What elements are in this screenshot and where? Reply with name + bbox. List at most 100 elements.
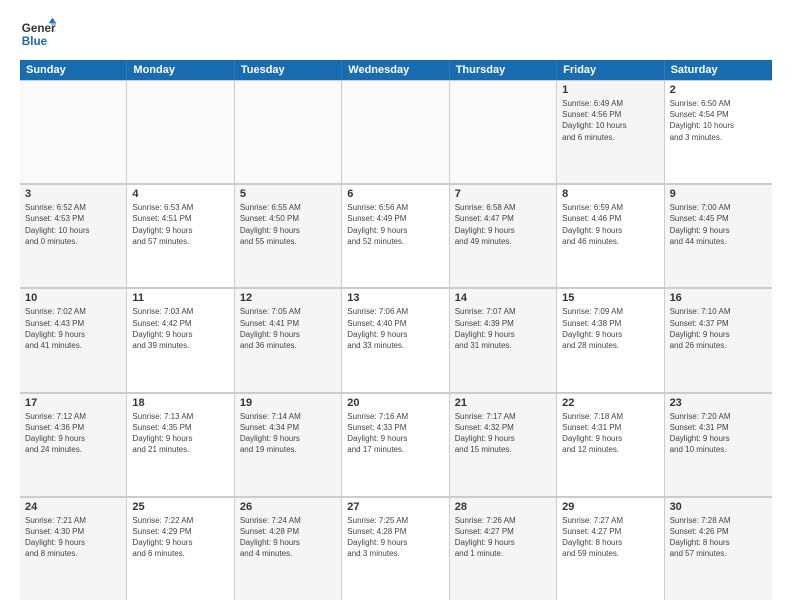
- day-number: 27: [347, 501, 443, 513]
- calendar-week: 17 Sunrise: 7:12 AMSunset: 4:36 PMDayligh…: [20, 393, 772, 497]
- day-number: 29: [562, 501, 658, 513]
- calendar-cell: 15 Sunrise: 7:09 AMSunset: 4:38 PMDayligh…: [557, 288, 664, 391]
- calendar-cell: 24Sunrise: 7:21 AMSunset: 4:30 PMDayligh…: [20, 497, 127, 600]
- day-number: 14: [455, 292, 551, 304]
- calendar-header-cell: Friday: [557, 60, 664, 80]
- calendar-cell: 23 Sunrise: 7:20 AMSunset: 4:31 PMDayligh…: [665, 393, 772, 496]
- day-number: 21: [455, 397, 551, 409]
- day-number: 25: [132, 501, 228, 513]
- calendar-week: 10 Sunrise: 7:02 AMSunset: 4:43 PMDayligh…: [20, 288, 772, 392]
- calendar-cell: [235, 80, 342, 183]
- day-number: 20: [347, 397, 443, 409]
- day-number: 12: [240, 292, 336, 304]
- day-info: Sunrise: 6:59 AMSunset: 4:46 PMDaylight:…: [562, 202, 658, 247]
- day-info: Sunrise: 7:03 AMSunset: 4:42 PMDaylight:…: [132, 306, 228, 351]
- calendar-cell: 16Sunrise: 7:10 AMSunset: 4:37 PMDayligh…: [665, 288, 772, 391]
- calendar-header: SundayMondayTuesdayWednesdayThursdayFrid…: [20, 60, 772, 80]
- calendar-week: 3 Sunrise: 6:52 AMSunset: 4:53 PMDaylight…: [20, 184, 772, 288]
- day-info: Sunrise: 7:26 AMSunset: 4:27 PMDaylight:…: [455, 515, 551, 560]
- calendar-cell: 9 Sunrise: 7:00 AMSunset: 4:45 PMDaylight…: [665, 184, 772, 287]
- day-info: Sunrise: 7:16 AMSunset: 4:33 PMDaylight:…: [347, 411, 443, 456]
- day-number: 1: [562, 84, 658, 96]
- day-info: Sunrise: 7:07 AMSunset: 4:39 PMDaylight:…: [455, 306, 551, 351]
- calendar-cell: 17 Sunrise: 7:12 AMSunset: 4:36 PMDayligh…: [20, 393, 127, 496]
- day-info: Sunrise: 7:27 AMSunset: 4:27 PMDaylight:…: [562, 515, 658, 560]
- day-number: 8: [562, 188, 658, 200]
- day-number: 28: [455, 501, 551, 513]
- day-number: 26: [240, 501, 336, 513]
- calendar-cell: 10 Sunrise: 7:02 AMSunset: 4:43 PMDayligh…: [20, 288, 127, 391]
- calendar-cell: 29 Sunrise: 7:27 AMSunset: 4:27 PMDayligh…: [557, 497, 664, 600]
- svg-text:General: General: [22, 22, 56, 35]
- day-info: Sunrise: 6:55 AMSunset: 4:50 PMDaylight:…: [240, 202, 336, 247]
- day-number: 2: [670, 84, 767, 96]
- calendar-week: 1Sunrise: 6:49 AMSunset: 4:56 PMDaylight…: [20, 80, 772, 184]
- calendar-cell: [450, 80, 557, 183]
- day-number: 4: [132, 188, 228, 200]
- calendar-cell: 19 Sunrise: 7:14 AMSunset: 4:34 PMDayligh…: [235, 393, 342, 496]
- day-info: Sunrise: 7:28 AMSunset: 4:26 PMDaylight:…: [670, 515, 767, 560]
- day-number: 10: [25, 292, 121, 304]
- day-info: Sunrise: 6:53 AMSunset: 4:51 PMDaylight:…: [132, 202, 228, 247]
- day-number: 3: [25, 188, 121, 200]
- calendar: SundayMondayTuesdayWednesdayThursdayFrid…: [20, 60, 772, 600]
- day-info: Sunrise: 6:56 AMSunset: 4:49 PMDaylight:…: [347, 202, 443, 247]
- calendar-body: 1Sunrise: 6:49 AMSunset: 4:56 PMDaylight…: [20, 80, 772, 600]
- day-number: 22: [562, 397, 658, 409]
- calendar-header-cell: Sunday: [20, 60, 127, 80]
- day-number: 18: [132, 397, 228, 409]
- day-info: Sunrise: 7:17 AMSunset: 4:32 PMDaylight:…: [455, 411, 551, 456]
- day-number: 7: [455, 188, 551, 200]
- calendar-cell: 6 Sunrise: 6:56 AMSunset: 4:49 PMDaylight…: [342, 184, 449, 287]
- day-info: Sunrise: 7:12 AMSunset: 4:36 PMDaylight:…: [25, 411, 121, 456]
- calendar-cell: 13 Sunrise: 7:06 AMSunset: 4:40 PMDayligh…: [342, 288, 449, 391]
- calendar-cell: 3 Sunrise: 6:52 AMSunset: 4:53 PMDaylight…: [20, 184, 127, 287]
- day-info: Sunrise: 7:22 AMSunset: 4:29 PMDaylight:…: [132, 515, 228, 560]
- day-info: Sunrise: 7:18 AMSunset: 4:31 PMDaylight:…: [562, 411, 658, 456]
- calendar-cell: 8 Sunrise: 6:59 AMSunset: 4:46 PMDaylight…: [557, 184, 664, 287]
- day-number: 23: [670, 397, 767, 409]
- day-info: Sunrise: 6:52 AMSunset: 4:53 PMDaylight:…: [25, 202, 121, 247]
- calendar-cell: 21 Sunrise: 7:17 AMSunset: 4:32 PMDayligh…: [450, 393, 557, 496]
- day-info: Sunrise: 7:06 AMSunset: 4:40 PMDaylight:…: [347, 306, 443, 351]
- day-number: 24: [25, 501, 121, 513]
- day-info: Sunrise: 7:24 AMSunset: 4:28 PMDaylight:…: [240, 515, 336, 560]
- day-info: Sunrise: 7:25 AMSunset: 4:28 PMDaylight:…: [347, 515, 443, 560]
- day-number: 11: [132, 292, 228, 304]
- day-info: Sunrise: 7:14 AMSunset: 4:34 PMDaylight:…: [240, 411, 336, 456]
- calendar-cell: 25 Sunrise: 7:22 AMSunset: 4:29 PMDayligh…: [127, 497, 234, 600]
- day-number: 15: [562, 292, 658, 304]
- calendar-cell: 1Sunrise: 6:49 AMSunset: 4:56 PMDaylight…: [557, 80, 664, 183]
- calendar-week: 24Sunrise: 7:21 AMSunset: 4:30 PMDayligh…: [20, 497, 772, 600]
- calendar-header-cell: Wednesday: [342, 60, 449, 80]
- day-info: Sunrise: 7:20 AMSunset: 4:31 PMDaylight:…: [670, 411, 767, 456]
- day-number: 5: [240, 188, 336, 200]
- day-info: Sunrise: 7:09 AMSunset: 4:38 PMDaylight:…: [562, 306, 658, 351]
- calendar-header-cell: Saturday: [665, 60, 772, 80]
- calendar-cell: 12 Sunrise: 7:05 AMSunset: 4:41 PMDayligh…: [235, 288, 342, 391]
- day-info: Sunrise: 7:00 AMSunset: 4:45 PMDaylight:…: [670, 202, 767, 247]
- calendar-cell: 4 Sunrise: 6:53 AMSunset: 4:51 PMDaylight…: [127, 184, 234, 287]
- calendar-cell: 22 Sunrise: 7:18 AMSunset: 4:31 PMDayligh…: [557, 393, 664, 496]
- day-info: Sunrise: 7:05 AMSunset: 4:41 PMDaylight:…: [240, 306, 336, 351]
- day-info: Sunrise: 7:02 AMSunset: 4:43 PMDaylight:…: [25, 306, 121, 351]
- svg-text:Blue: Blue: [22, 35, 48, 48]
- calendar-header-cell: Monday: [127, 60, 234, 80]
- day-number: 13: [347, 292, 443, 304]
- calendar-cell: [342, 80, 449, 183]
- day-info: Sunrise: 7:13 AMSunset: 4:35 PMDaylight:…: [132, 411, 228, 456]
- calendar-cell: 20 Sunrise: 7:16 AMSunset: 4:33 PMDayligh…: [342, 393, 449, 496]
- day-info: Sunrise: 7:10 AMSunset: 4:37 PMDaylight:…: [670, 306, 767, 351]
- calendar-cell: [127, 80, 234, 183]
- day-info: Sunrise: 6:50 AMSunset: 4:54 PMDaylight:…: [670, 98, 767, 143]
- day-number: 6: [347, 188, 443, 200]
- day-number: 17: [25, 397, 121, 409]
- day-number: 19: [240, 397, 336, 409]
- day-number: 9: [670, 188, 767, 200]
- calendar-cell: 14 Sunrise: 7:07 AMSunset: 4:39 PMDayligh…: [450, 288, 557, 391]
- calendar-cell: 11 Sunrise: 7:03 AMSunset: 4:42 PMDayligh…: [127, 288, 234, 391]
- logo: General Blue: [20, 16, 56, 52]
- logo-icon: General Blue: [20, 16, 56, 52]
- calendar-cell: 18 Sunrise: 7:13 AMSunset: 4:35 PMDayligh…: [127, 393, 234, 496]
- calendar-cell: 2 Sunrise: 6:50 AMSunset: 4:54 PMDaylight…: [665, 80, 772, 183]
